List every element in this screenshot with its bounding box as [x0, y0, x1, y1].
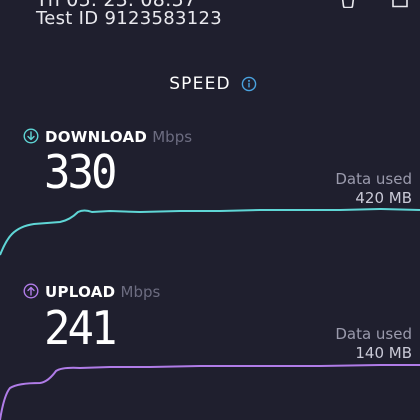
trash-icon[interactable] — [338, 0, 358, 8]
speed-section-title: SPEED — [0, 74, 400, 94]
upload-label: UPLOAD — [45, 283, 116, 301]
download-header: DOWNLOAD Mbps — [45, 127, 192, 146]
arrow-down-circle-icon — [23, 128, 39, 144]
arrow-up-circle-icon — [23, 283, 39, 299]
upload-graph — [0, 364, 420, 420]
download-unit: Mbps — [152, 128, 193, 146]
download-graph-line — [0, 207, 420, 256]
upload-graph-line — [0, 364, 420, 420]
upload-speed-value: 241 — [44, 302, 118, 356]
download-label: DOWNLOAD — [45, 128, 148, 146]
upload-unit: Mbps — [120, 283, 161, 301]
upload-data-used-label: Data used — [335, 325, 412, 343]
test-id: Test ID 9123583123 — [36, 8, 222, 29]
upload-header: UPLOAD Mbps — [45, 282, 160, 301]
info-icon[interactable] — [241, 76, 257, 92]
download-speed-value: 330 — [44, 146, 118, 200]
speed-title-text: SPEED — [169, 74, 231, 94]
share-icon[interactable] — [390, 0, 410, 8]
download-graph — [0, 207, 420, 256]
download-data-used-label: Data used — [335, 170, 412, 188]
